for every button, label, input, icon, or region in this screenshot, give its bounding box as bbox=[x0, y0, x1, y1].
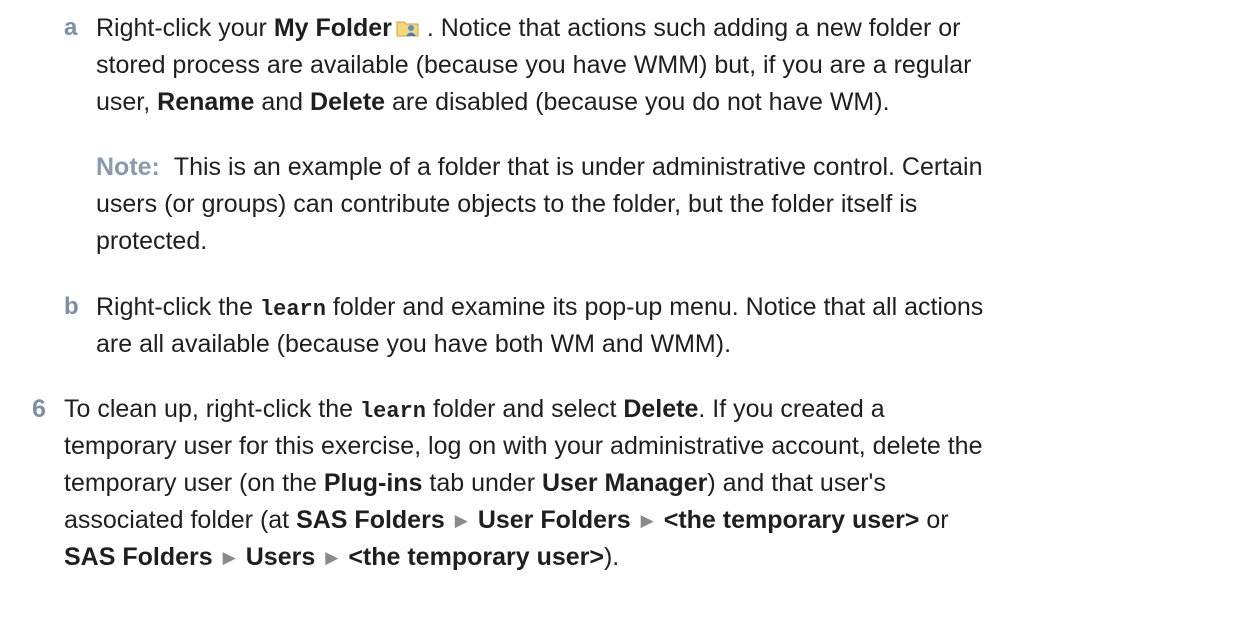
text: folder and examine its pop-up menu. Noti… bbox=[325, 293, 984, 321]
step-a-line-2: stored process are available (because yo… bbox=[96, 51, 972, 79]
user-manager-label: User Manager bbox=[541, 469, 708, 497]
delete-label: Delete bbox=[310, 88, 386, 116]
step-6-line-2: temporary user for this exercise, log on… bbox=[64, 432, 983, 460]
note-line-1: Note: This is an example of a folder tha… bbox=[96, 151, 983, 183]
sas-folders-label: SAS Folders bbox=[64, 543, 213, 571]
step-a-line-1: Right-click your My Folder . Notice that… bbox=[96, 12, 961, 44]
text: user, bbox=[96, 88, 158, 116]
learn-folder-code: learn bbox=[359, 399, 426, 424]
text: Right-click the bbox=[96, 293, 260, 321]
users-label: Users bbox=[245, 543, 316, 571]
note-line-3: protected. bbox=[96, 227, 208, 255]
text: Right-click your bbox=[96, 14, 274, 42]
text: To clean up, right-click the bbox=[64, 395, 360, 423]
breadcrumb-arrow-icon: ▶ bbox=[640, 511, 654, 530]
user-folder-icon bbox=[396, 14, 420, 37]
user-folders-label: User Folders bbox=[477, 506, 631, 534]
text: and bbox=[254, 88, 311, 116]
text: or bbox=[919, 506, 949, 534]
text: ). bbox=[603, 543, 620, 571]
text: folder and select bbox=[426, 395, 624, 423]
my-folder-label: My Folder bbox=[273, 14, 392, 42]
breadcrumb-arrow-icon: ▶ bbox=[325, 548, 339, 567]
text: . Notice that actions such adding a new … bbox=[419, 14, 961, 42]
text: associated folder (at bbox=[64, 506, 297, 534]
text: This is an example of a folder that is u… bbox=[173, 153, 983, 181]
step-6-number: 6 bbox=[32, 395, 46, 423]
step-b-line-2: are all available (because you have both… bbox=[96, 330, 732, 358]
step-6-line-3: temporary user (on the Plug-ins tab unde… bbox=[64, 467, 886, 499]
step-a-line-3: user, Rename and Delete are disabled (be… bbox=[96, 86, 890, 118]
temporary-user-label: <the temporary user> bbox=[348, 543, 604, 571]
step-6-line-4: associated folder (at SAS Folders ▶ User F… bbox=[64, 504, 949, 537]
text: temporary user (on the bbox=[64, 469, 324, 497]
rename-label: Rename bbox=[157, 88, 255, 116]
step-b-line-1: Right-click the learn folder and examine… bbox=[96, 291, 983, 326]
text: are disabled (because you do not have WM… bbox=[385, 88, 890, 116]
text: . If you created a bbox=[698, 395, 885, 423]
breadcrumb-arrow-icon: ▶ bbox=[454, 511, 468, 530]
plug-ins-label: Plug-ins bbox=[323, 469, 423, 497]
step-6-line-5: SAS Folders ▶ Users ▶ <the temporary user>). bbox=[64, 541, 619, 574]
sas-folders-label: SAS Folders bbox=[296, 506, 445, 534]
note-label: Note: bbox=[96, 153, 160, 181]
learn-folder-code: learn bbox=[259, 297, 326, 322]
temporary-user-label: <the temporary user> bbox=[663, 506, 920, 534]
breadcrumb-arrow-icon: ▶ bbox=[222, 548, 236, 567]
text: tab under bbox=[422, 469, 542, 497]
step-a-marker: a bbox=[64, 14, 78, 41]
step-b-marker: b bbox=[64, 293, 79, 320]
delete-label: Delete bbox=[623, 395, 699, 423]
step-6-line-1: To clean up, right-click the learn folde… bbox=[64, 393, 885, 428]
text: ) and that user's bbox=[707, 469, 886, 497]
note-line-2: users (or groups) can contribute objects… bbox=[96, 190, 918, 218]
